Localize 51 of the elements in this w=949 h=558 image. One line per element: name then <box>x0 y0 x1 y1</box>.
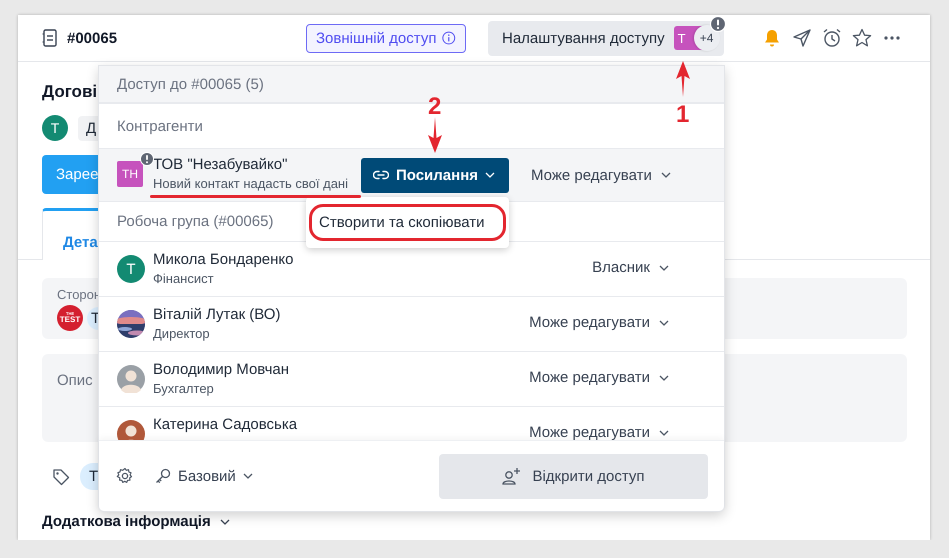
permission-dropdown[interactable]: Власник <box>592 260 669 275</box>
permission-dropdown[interactable]: Може редагувати <box>529 425 669 440</box>
chevron-icon <box>220 518 230 524</box>
access-level-dropdown[interactable]: Базовий <box>155 468 253 484</box>
annotation-number: 2 <box>428 95 442 119</box>
chevron-icon <box>242 473 253 479</box>
add-user-icon <box>502 467 522 485</box>
additional-info-toggle[interactable]: Додаткова інформація <box>42 513 230 530</box>
field-label: Опис <box>57 372 93 389</box>
member-name: Катерина Садовська <box>153 416 298 433</box>
permission-dropdown[interactable]: Може редагувати <box>529 370 669 385</box>
star-icon[interactable] <box>852 28 872 48</box>
member-name: Володимир Мовчан <box>153 361 290 378</box>
link-button[interactable]: Посилання <box>361 158 509 192</box>
member-row[interactable]: ТН ТОВ "Незабувайко" Новий контакт надасть свої дані Посилання Може редагувати <box>99 149 724 202</box>
document-title: Догові <box>42 82 98 102</box>
chevron-icon <box>659 430 669 436</box>
settings-icon[interactable] <box>116 467 134 485</box>
member-name: ТОВ "Незабувайко" <box>153 156 288 173</box>
avatar: ТН <box>117 161 143 187</box>
permission-dropdown[interactable]: Може редагувати <box>529 315 669 330</box>
menu-item[interactable]: Створити та скопіювати <box>306 197 509 248</box>
member-name: Микола Бондаренко <box>153 251 294 268</box>
member-role: Фінансист <box>153 271 214 286</box>
chevron-icon <box>659 374 669 380</box>
alarm-clock-icon[interactable] <box>822 28 842 48</box>
chevron-icon <box>660 172 671 178</box>
info-icon <box>442 30 456 46</box>
section-heading: Робоча група (#00065) <box>117 213 274 230</box>
send-icon[interactable] <box>792 28 812 48</box>
tag-icon <box>52 468 70 486</box>
document-number: #00065 <box>67 30 118 46</box>
popup-title: Доступ до #00065 (5) <box>117 76 264 92</box>
permission-dropdown[interactable]: Може редагувати <box>531 168 671 182</box>
document-icon <box>42 29 58 47</box>
member-name: Віталій Лутак (ВО) <box>153 306 280 323</box>
share-button[interactable]: Відкрити доступ <box>439 454 708 498</box>
avatar: T <box>42 115 68 141</box>
avatar: T <box>117 255 145 283</box>
chevron-icon <box>659 320 669 326</box>
chevron-icon <box>485 172 495 178</box>
member-role: Новий контакт надасть свої дані <box>153 176 348 191</box>
member-row[interactable]: Віталій Лутак (ВО) Директор Може редагувати <box>99 297 724 352</box>
member-role: Бухгалтер <box>153 381 214 396</box>
annotation-number: 1 <box>676 103 690 127</box>
key-icon <box>155 468 171 484</box>
chevron-icon <box>659 264 669 270</box>
member-role: Директор <box>153 326 210 341</box>
member-row[interactable]: Володимир Мовчан Бухгалтер Може редагувати <box>99 352 724 407</box>
link-icon <box>373 170 389 180</box>
external-access-button[interactable]: Зовнішній доступ <box>306 24 466 52</box>
